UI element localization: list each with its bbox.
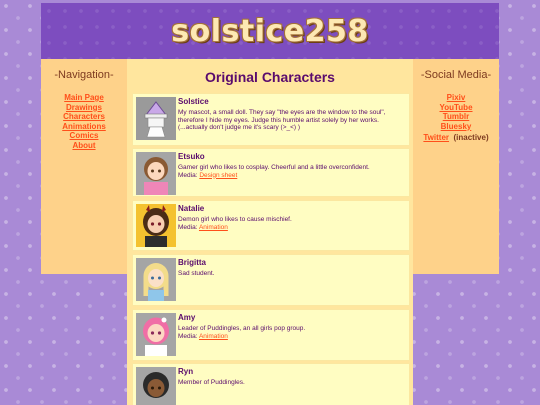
character-info-ryn: Ryn Member of Puddingles.	[178, 367, 404, 387]
media-link-design-sheet[interactable]: Design sheet	[199, 172, 237, 179]
site-title: solstice258	[171, 13, 369, 49]
character-name: Solstice	[178, 97, 209, 106]
media-link-animation[interactable]: Animation	[199, 333, 228, 340]
character-portrait-etsuko	[136, 152, 176, 195]
site-banner: solstice258	[41, 3, 499, 59]
character-description: Leader of Puddingles, an all girls pop g…	[178, 325, 306, 332]
media-label: Media:	[178, 223, 198, 231]
character-description: Sad student.	[178, 270, 215, 277]
character-portrait-amy	[136, 313, 176, 356]
character-card-solstice: Solstice My mascot, a small doll. They s…	[133, 94, 409, 145]
main-content: Original Characters Solstice My mascot, …	[127, 59, 413, 405]
nav-link-animations[interactable]: Animations	[41, 122, 127, 132]
social-link-tumblr[interactable]: Tumblr	[413, 112, 499, 122]
character-card-natalie: Natalie Demon girl who likes to cause mi…	[133, 201, 409, 250]
character-name: Etsuko	[178, 152, 205, 161]
character-info-solstice: Solstice My mascot, a small doll. They s…	[178, 97, 404, 132]
character-media: Media: Design sheet	[178, 172, 404, 180]
social-heading: -Social Media-	[420, 69, 492, 81]
social-link-bluesky[interactable]: Bluesky	[413, 122, 499, 132]
character-card-amy: Amy Leader of Puddingles, an all girls p…	[133, 310, 409, 360]
media-label: Media:	[178, 332, 198, 340]
character-portrait-solstice	[136, 97, 176, 140]
navigation-list: Main Page Drawings Characters Animations…	[41, 93, 127, 151]
social-link-pixiv[interactable]: Pixiv	[413, 93, 499, 103]
character-portrait-brigitta	[136, 258, 176, 301]
character-name: Natalie	[178, 204, 205, 213]
social-list: Pixiv YouTube Tumblr Bluesky Twitter (in…	[413, 93, 499, 143]
nav-link-drawings[interactable]: Drawings	[41, 103, 127, 113]
character-media: Media: Animation	[178, 224, 404, 232]
navigation-heading: -Navigation-	[54, 69, 114, 81]
character-portrait-natalie	[136, 204, 176, 247]
character-portrait-ryn	[136, 367, 176, 405]
page-title: Original Characters	[205, 69, 335, 85]
character-name: Amy	[178, 313, 196, 322]
social-link-twitter[interactable]: Twitter	[423, 133, 449, 142]
character-card-ryn: Ryn Member of Puddingles.	[133, 364, 409, 405]
nav-link-characters[interactable]: Characters	[41, 112, 127, 122]
character-info-natalie: Natalie Demon girl who likes to cause mi…	[178, 204, 404, 231]
nav-link-main-page[interactable]: Main Page	[41, 93, 127, 103]
character-description: Member of Puddingles.	[178, 379, 245, 386]
social-item-twitter: Twitter (inactive)	[413, 131, 499, 143]
character-name: Ryn	[178, 367, 194, 376]
character-description: Demon girl who likes to cause mischief.	[178, 216, 292, 223]
character-card-etsuko: Etsuko Gamer girl who likes to cosplay. …	[133, 149, 409, 196]
character-card-brigitta: Brigitta Sad student.	[133, 255, 409, 305]
character-media: Media: Animation	[178, 333, 404, 341]
character-info-amy: Amy Leader of Puddingles, an all girls p…	[178, 313, 404, 340]
social-panel: -Social Media- Pixiv YouTube Tumblr Blue…	[413, 59, 499, 274]
media-link-animation[interactable]: Animation	[199, 224, 228, 231]
twitter-inactive-note: (inactive)	[453, 133, 489, 143]
character-name: Brigitta	[178, 258, 206, 267]
nav-link-about[interactable]: About	[41, 141, 127, 151]
character-description: Gamer girl who likes to cosplay. Cheerfu…	[178, 164, 370, 171]
navigation-panel: -Navigation- Main Page Drawings Characte…	[41, 59, 127, 274]
social-link-youtube[interactable]: YouTube	[413, 103, 499, 113]
media-label: Media:	[178, 171, 198, 179]
character-info-etsuko: Etsuko Gamer girl who likes to cosplay. …	[178, 152, 404, 179]
nav-link-comics[interactable]: Comics	[41, 131, 127, 141]
character-info-brigitta: Brigitta Sad student.	[178, 258, 404, 278]
character-description: My mascot, a small doll. They say "the e…	[178, 109, 386, 132]
